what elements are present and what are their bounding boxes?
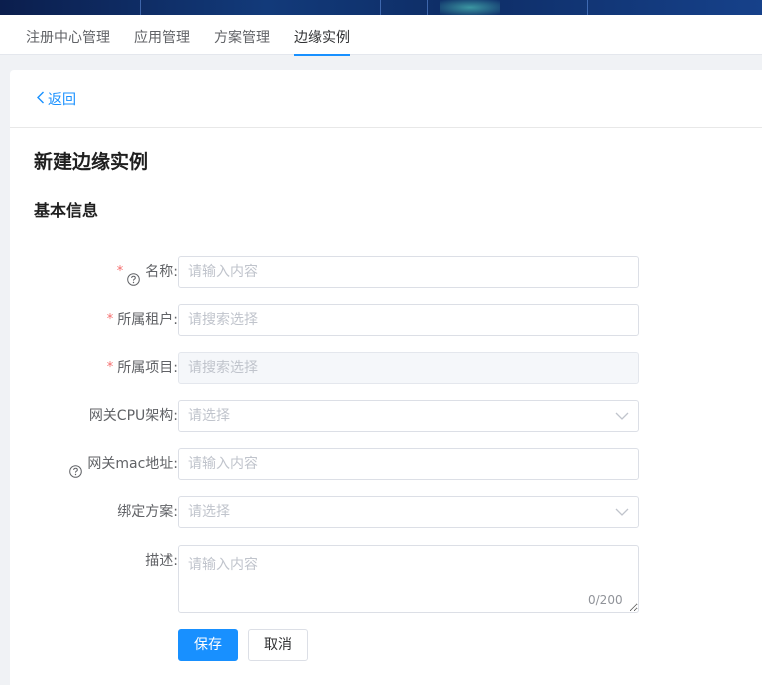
tab-plans[interactable]: 方案管理 xyxy=(214,15,270,55)
cancel-button[interactable]: 取消 xyxy=(248,629,308,661)
form-row-mac: 网关mac地址: xyxy=(10,448,762,480)
header-banner xyxy=(0,0,762,15)
tenant-search-input[interactable] xyxy=(178,304,639,336)
description-textarea[interactable] xyxy=(178,545,639,613)
name-label: 名称: xyxy=(145,264,178,280)
top-nav: 注册中心管理 应用管理 方案管理 边缘实例 xyxy=(0,15,762,56)
form-row-plan: 绑定方案: 请选择 xyxy=(10,496,762,528)
required-mark: * xyxy=(116,264,124,279)
project-search-input xyxy=(178,352,639,384)
mac-label-wrap: 网关mac地址: xyxy=(69,448,178,480)
plan-placeholder: 请选择 xyxy=(188,504,230,520)
chevron-down-icon xyxy=(615,506,629,522)
back-link[interactable]: 返回 xyxy=(36,89,76,109)
save-button[interactable]: 保存 xyxy=(178,629,238,661)
tenant-label: 所属租户: xyxy=(117,312,178,328)
plan-label-wrap: 绑定方案: xyxy=(117,496,178,528)
required-mark: * xyxy=(106,312,114,327)
required-mark: * xyxy=(106,360,114,375)
tab-edge-instances[interactable]: 边缘实例 xyxy=(294,15,350,56)
back-label: 返回 xyxy=(48,92,76,108)
form-actions: 保存 取消 xyxy=(10,629,762,661)
form-card: 返回 新建边缘实例 基本信息 * 名称: * 所属租户: * 所属项目: 网 xyxy=(10,70,762,685)
name-input[interactable] xyxy=(178,256,639,288)
name-label-wrap: * 名称: xyxy=(117,256,178,288)
description-label: 描述: xyxy=(145,553,178,569)
header-divider xyxy=(10,127,762,128)
tenant-label-wrap: * 所属租户: xyxy=(107,304,178,336)
question-circle-icon[interactable] xyxy=(69,458,83,478)
form-row-description: 描述: 0/200 xyxy=(10,545,762,613)
mac-address-input[interactable] xyxy=(178,448,639,480)
plan-label: 绑定方案: xyxy=(117,504,178,520)
chevron-down-icon xyxy=(615,410,629,426)
form-row-name: * 名称: xyxy=(10,256,762,288)
cpu-arch-placeholder: 请选择 xyxy=(188,408,230,424)
char-counter: 0/200 xyxy=(588,593,623,607)
cpu-arch-label: 网关CPU架构: xyxy=(88,408,178,424)
mac-label: 网关mac地址: xyxy=(87,456,178,472)
description-label-wrap: 描述: xyxy=(145,545,178,577)
form-row-project: * 所属项目: xyxy=(10,352,762,384)
form-row-tenant: * 所属租户: xyxy=(10,304,762,336)
cpu-arch-select[interactable]: 请选择 xyxy=(178,400,639,432)
section-title: 基本信息 xyxy=(34,201,99,220)
form-row-cpu-arch: 网关CPU架构: 请选择 xyxy=(10,400,762,432)
cpu-arch-label-wrap: 网关CPU架构: xyxy=(89,400,178,432)
plan-select[interactable]: 请选择 xyxy=(178,496,639,528)
chevron-left-icon xyxy=(36,91,48,108)
project-label-wrap: * 所属项目: xyxy=(107,352,178,384)
question-circle-icon[interactable] xyxy=(127,266,141,286)
tab-registry[interactable]: 注册中心管理 xyxy=(26,15,110,55)
project-label: 所属项目: xyxy=(117,360,178,376)
page-title: 新建边缘实例 xyxy=(34,151,149,173)
tab-apps[interactable]: 应用管理 xyxy=(134,15,190,55)
